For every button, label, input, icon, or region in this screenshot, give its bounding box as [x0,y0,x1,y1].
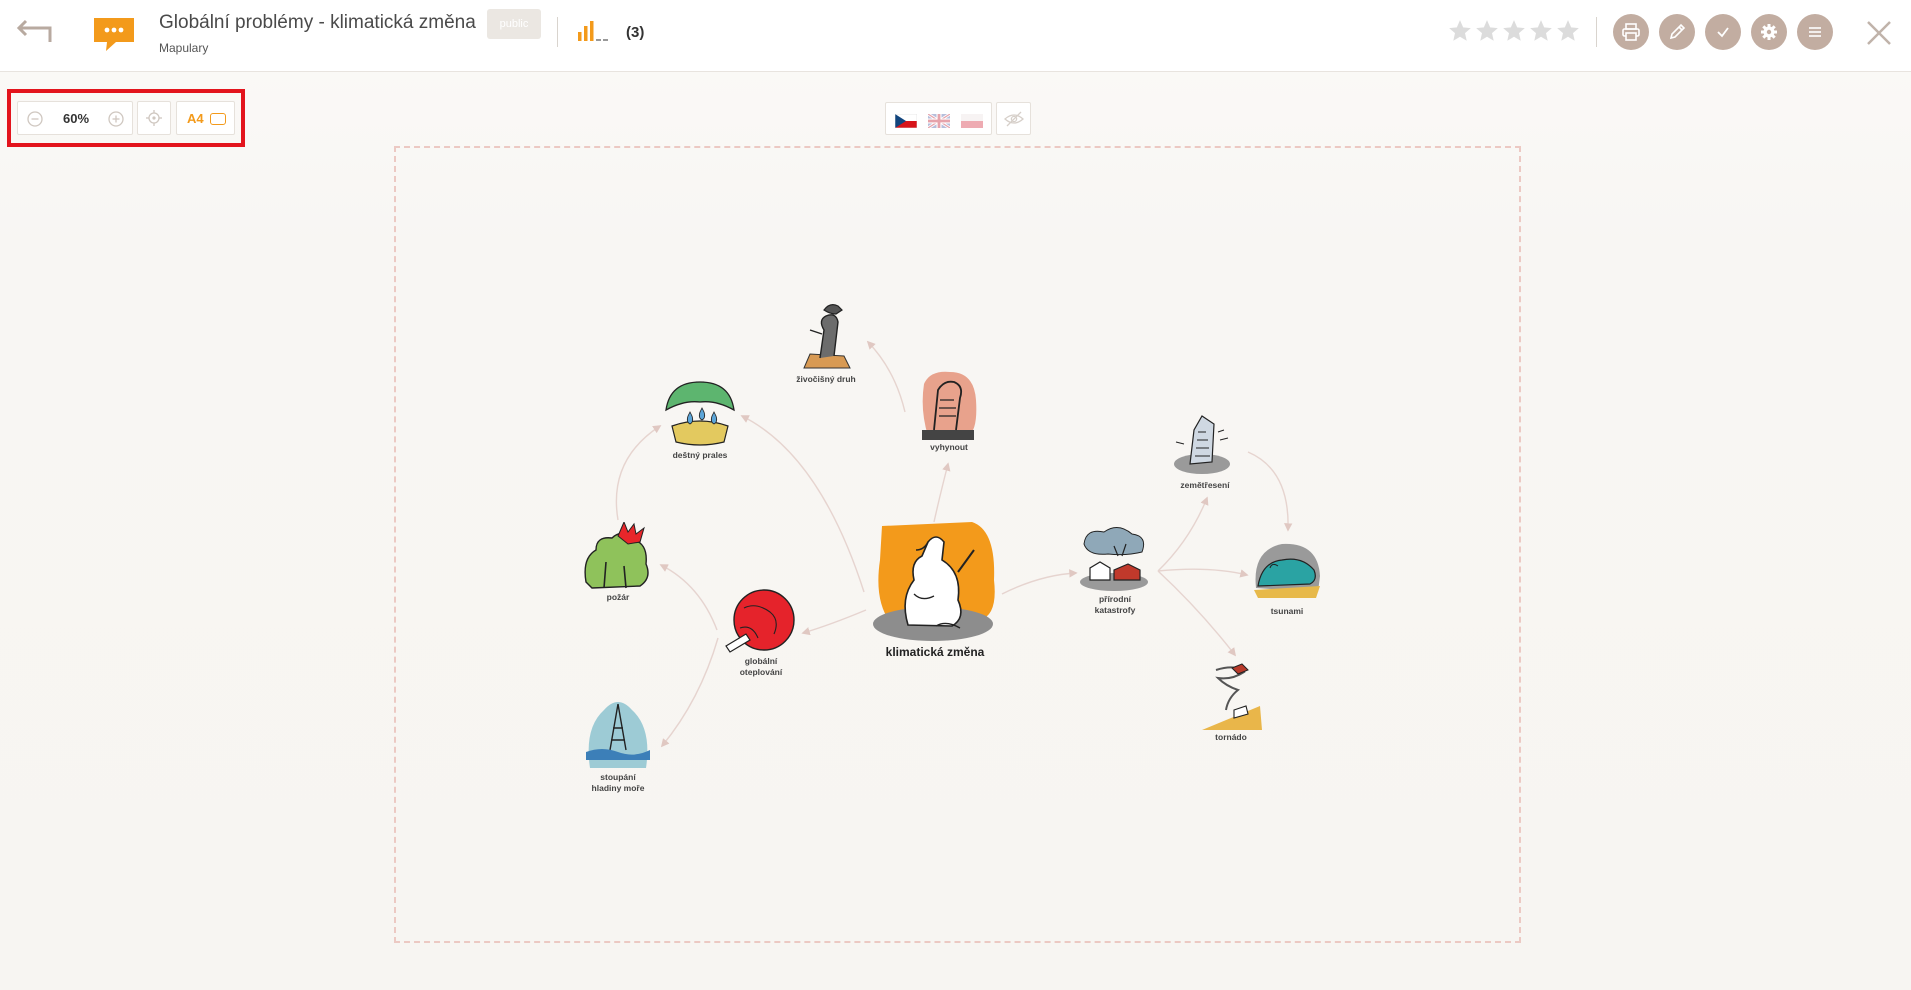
check-icon [1717,27,1729,38]
rainforest-illustration [665,381,735,446]
node-label: přírodní katastrofy [1070,594,1160,616]
star-icon[interactable] [1501,18,1527,44]
bar-chart-icon[interactable] [577,20,615,42]
hamburger-icon [1809,27,1821,37]
hot-globe-illustration [725,589,795,653]
node-label-line: oteplování [739,667,783,677]
node-label: vyhynout [930,442,968,452]
node-zivocisny-druh[interactable] [796,300,856,372]
zoom-control: 60% [17,101,133,135]
node-label-line: globální [744,656,778,666]
settings-button[interactable] [1751,14,1787,50]
zoom-in-icon[interactable] [107,110,125,128]
zoom-out-icon[interactable] [26,110,44,128]
star-icon[interactable] [1474,18,1500,44]
forest-fire-illustration [584,520,649,589]
node-prirodni-katastrofy[interactable] [1078,526,1150,592]
node-stoupani-hladiny-more[interactable] [584,698,652,770]
crosshair-icon [146,110,162,126]
node-destny-prales[interactable] [664,380,736,448]
bird-on-stump-illustration [803,304,851,369]
map-title: Globální problémy - klimatická změna [159,12,476,33]
toggle-visibility-button[interactable] [996,102,1031,135]
node-label: deštný prales [672,450,728,460]
node-label: klimatická změna [885,645,985,659]
header-divider [557,17,558,47]
melting-man-illustration [873,522,995,641]
edit-button[interactable] [1659,14,1695,50]
node-tsunami[interactable] [1252,540,1322,600]
star-icon[interactable] [1447,18,1473,44]
top-header: Globální problémy - klimatická změna Map… [0,0,1911,72]
paper-format-button[interactable]: A4 [176,101,235,135]
header-divider [1596,17,1597,47]
flooded-eiffel-tower-illustration [586,702,650,768]
paper-format-label: A4 [187,111,204,126]
node-pozar[interactable] [582,520,654,590]
node-zemetreseni[interactable] [1172,408,1238,476]
czech-flag-icon[interactable] [895,114,917,128]
node-label: globální oteplování [718,656,804,678]
node-tornado[interactable] [1196,660,1266,732]
polish-flag-icon[interactable] [961,114,983,128]
eye-hidden-icon [1003,111,1024,126]
back-arrow-icon[interactable] [14,16,58,50]
node-label: zemětřesení [1180,480,1230,490]
star-icon[interactable] [1555,18,1581,44]
rating-stars[interactable] [1447,18,1581,44]
tsunami-wave-illustration [1254,543,1320,598]
visibility-badge: public [487,9,541,39]
extinct-skeleton-illustration [922,371,977,440]
gear-icon [1761,24,1777,40]
language-switcher [885,102,992,135]
node-label: stoupání hladiny moře [572,772,664,794]
stats-count: (3) [626,24,645,41]
star-icon[interactable] [1528,18,1554,44]
node-label-line: stoupání [600,772,636,782]
node-label: živočišný druh [796,374,856,384]
printer-icon [1622,23,1640,41]
node-label-line: katastrofy [1094,605,1136,615]
node-label-line: hladiny moře [591,783,645,793]
node-vyhynout[interactable] [920,370,978,442]
chat-bubble-logo [94,18,134,51]
node-label: tornádo [1215,732,1247,742]
node-label: tsunami [1270,606,1304,616]
map-author[interactable]: Mapulary [159,41,208,55]
earthquake-building-illustration [1174,415,1230,474]
check-button[interactable] [1705,14,1741,50]
zoom-level: 60% [62,111,90,126]
node-label: požár [606,592,630,602]
uk-flag-icon[interactable] [928,114,950,128]
center-map-button[interactable] [137,101,171,135]
tornado-illustration [1202,663,1262,730]
landscape-page-icon [210,113,226,125]
close-icon[interactable] [1862,16,1896,50]
node-globalni-oteplovani[interactable] [724,588,796,654]
node-label-line: přírodní [1098,594,1132,604]
natural-disaster-illustration [1080,527,1148,591]
pencil-icon [1669,23,1686,40]
node-klimaticka-zmena[interactable] [870,520,1000,645]
menu-button[interactable] [1797,14,1833,50]
print-button[interactable] [1613,14,1649,50]
